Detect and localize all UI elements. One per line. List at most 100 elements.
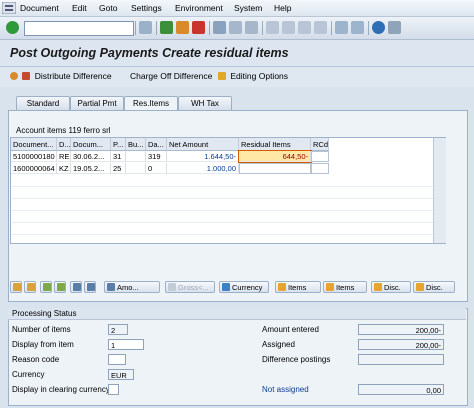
net-amount-cell: 1.000,00 [167, 163, 239, 174]
exit-icon[interactable] [176, 21, 189, 34]
separator [135, 21, 136, 35]
rcd-input[interactable] [311, 151, 329, 162]
menu-system[interactable]: System [234, 3, 262, 13]
table-cell: 319 [146, 151, 167, 162]
table-cell [126, 151, 146, 162]
residual-items-input[interactable] [239, 163, 311, 174]
amount-button[interactable]: Amo... [104, 281, 160, 293]
cancel-icon[interactable] [192, 21, 205, 34]
menu-edit[interactable]: Edit [72, 3, 87, 13]
deactivate-disc-button[interactable]: Disc. [413, 281, 455, 293]
shortcut-icon[interactable] [351, 21, 364, 34]
layout-menu-icon[interactable] [388, 21, 401, 34]
difference-postings-field [358, 354, 444, 365]
create-session-icon[interactable] [335, 21, 348, 34]
deactivate-items-button[interactable]: Items [323, 281, 367, 293]
gross-button[interactable]: Gross<... [165, 281, 215, 293]
table-cell: 5100000180 [11, 151, 57, 162]
page-title: Post Outgoing Payments Create residual i… [10, 46, 289, 60]
currency-button[interactable]: Currency [219, 281, 269, 293]
next-page-icon[interactable] [298, 21, 311, 34]
charge-off-difference-button[interactable]: Charge Off Difference [130, 71, 212, 81]
distribute-icon [22, 72, 31, 80]
help-icon[interactable] [372, 21, 385, 34]
sort-descending-icon[interactable] [84, 281, 96, 293]
col-header-residual-items[interactable]: Residual Items [239, 138, 311, 151]
find-next-icon[interactable] [245, 21, 258, 34]
col-header-rcd[interactable]: RCd [311, 138, 329, 151]
deselect-all-icon[interactable] [24, 281, 36, 293]
currency-button-label: Currency [232, 283, 263, 292]
sort-ascending-icon[interactable] [70, 281, 82, 293]
col-header-net-amount[interactable]: Net Amount [167, 138, 239, 151]
tab-partial-pmt[interactable]: Partial Pmt [70, 96, 124, 110]
display-clearing-currency-label: Display in clearing currency [12, 385, 110, 394]
menu-bar: Document Edit Goto Settings Environment … [0, 0, 474, 17]
rcd-input[interactable] [311, 163, 329, 174]
charge-off-label: Charge Off Difference [130, 71, 213, 81]
sap-menu-icon[interactable] [2, 2, 16, 14]
tab-wh-tax[interactable]: WH Tax [178, 96, 232, 110]
pencil-icon [278, 283, 286, 291]
number-of-items-field: 2 [108, 324, 128, 335]
gross-button-label: Gross<... [178, 283, 209, 292]
print-icon[interactable] [213, 21, 226, 34]
menu-goto[interactable]: Goto [99, 3, 117, 13]
menu-document[interactable]: Document [20, 3, 59, 13]
col-header-days[interactable]: Da... [146, 138, 167, 151]
select-all-icon[interactable] [10, 281, 22, 293]
processing-status-title: Processing Status [8, 308, 466, 320]
menu-environment[interactable]: Environment [175, 3, 223, 13]
editing-options-button[interactable]: Editing Options [218, 71, 288, 81]
difference-postings-label: Difference postings [262, 355, 331, 364]
currency-label: Currency [12, 370, 45, 379]
not-assigned-field: 0,00 [358, 384, 444, 395]
assigned-field: 200,00- [358, 339, 444, 350]
col-header-posting-key[interactable]: P... [111, 138, 126, 151]
last-page-icon[interactable] [314, 21, 327, 34]
back-icon[interactable] [160, 21, 173, 34]
table-cell: 1600000064 [11, 163, 57, 174]
standard-toolbar [0, 17, 474, 40]
activate-disc-button[interactable]: Disc. [371, 281, 411, 293]
separator [262, 21, 263, 35]
previous-page-icon[interactable] [282, 21, 295, 34]
separator [156, 21, 157, 35]
enter-icon[interactable] [6, 21, 19, 34]
col-header-business-area[interactable]: Bu... [126, 138, 146, 151]
tab-res-items[interactable]: Res.Items [124, 96, 178, 110]
save-icon[interactable] [139, 21, 152, 34]
display-from-item-input[interactable]: 1 [108, 339, 144, 350]
first-page-icon[interactable] [266, 21, 279, 34]
vertical-scrollbar[interactable] [433, 138, 446, 243]
pencil-icon [326, 283, 334, 291]
deselect-block-icon[interactable] [54, 281, 66, 293]
col-header-doc-type[interactable]: D... [57, 138, 71, 151]
col-header-document[interactable]: Document... [11, 138, 57, 151]
col-header-doc-date[interactable]: Docum... [71, 138, 111, 151]
display-clearing-currency-checkbox[interactable] [108, 384, 119, 395]
table-cell [126, 163, 146, 174]
activate-items-button[interactable]: Items [275, 281, 321, 293]
menu-settings[interactable]: Settings [131, 3, 162, 13]
tab-standard[interactable]: Standard [16, 96, 70, 110]
reason-code-input[interactable] [108, 354, 126, 365]
table-cell: 31 [111, 151, 126, 162]
menu-help[interactable]: Help [274, 3, 291, 13]
amount-entered-label: Amount entered [262, 325, 319, 334]
display-from-item-label: Display from item [12, 340, 74, 349]
editing-options-label: Editing Options [230, 71, 289, 81]
title-bar: Post Outgoing Payments Create residual i… [0, 40, 474, 67]
pencil-icon [416, 283, 424, 291]
number-of-items-label: Number of items [12, 325, 71, 334]
residual-items-input[interactable]: 644,50- [238, 150, 312, 163]
empty-rows [11, 175, 445, 243]
application-toolbar: Distribute Difference Charge Off Differe… [0, 67, 474, 87]
amount-button-label: Amo... [117, 283, 139, 292]
distribute-difference-button[interactable]: Distribute Difference [10, 71, 112, 81]
command-field[interactable] [24, 21, 134, 36]
find-icon[interactable] [229, 21, 242, 34]
select-block-icon[interactable] [40, 281, 52, 293]
amount-entered-field: 200,00- [358, 324, 444, 335]
table-cell: RE [57, 151, 71, 162]
